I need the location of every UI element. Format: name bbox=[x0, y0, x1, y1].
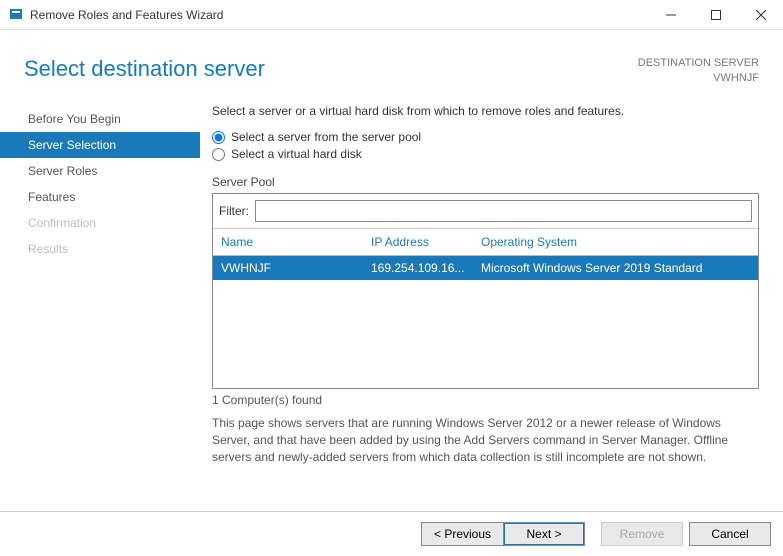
step-features[interactable]: Features bbox=[0, 184, 200, 210]
step-confirmation: Confirmation bbox=[0, 210, 200, 236]
cell-ip: 169.254.109.16... bbox=[371, 261, 481, 275]
help-text: This page shows servers that are running… bbox=[212, 415, 759, 466]
cell-name: VWHNJF bbox=[221, 261, 371, 275]
step-server-roles[interactable]: Server Roles bbox=[0, 158, 200, 184]
remove-button: Remove bbox=[601, 522, 683, 546]
intro-text: Select a server or a virtual hard disk f… bbox=[212, 104, 759, 118]
main-panel: Select a server or a virtual hard disk f… bbox=[200, 104, 783, 494]
col-os-header[interactable]: Operating System bbox=[481, 235, 750, 249]
col-name-header[interactable]: Name bbox=[221, 235, 371, 249]
server-grid: Name IP Address Operating System VWHNJF … bbox=[213, 228, 758, 388]
page-title: Select destination server bbox=[24, 56, 265, 82]
destination-label: DESTINATION SERVER bbox=[638, 56, 759, 71]
radio-vhd[interactable]: Select a virtual hard disk bbox=[212, 147, 759, 161]
radio-server-pool-input[interactable] bbox=[212, 131, 225, 144]
destination-server: VWHNJF bbox=[638, 71, 759, 86]
titlebar: Remove Roles and Features Wizard bbox=[0, 0, 783, 30]
cell-os: Microsoft Windows Server 2019 Standard bbox=[481, 261, 750, 275]
wizard-header: Select destination server DESTINATION SE… bbox=[0, 30, 783, 104]
next-button[interactable]: Next > bbox=[503, 522, 585, 546]
server-pool-box: Filter: Name IP Address Operating System… bbox=[212, 193, 759, 389]
radio-vhd-input[interactable] bbox=[212, 148, 225, 161]
app-icon bbox=[8, 7, 24, 23]
step-before-you-begin[interactable]: Before You Begin bbox=[0, 106, 200, 132]
radio-vhd-label: Select a virtual hard disk bbox=[231, 147, 362, 161]
wizard-footer: < Previous Next > Remove Cancel bbox=[0, 511, 783, 556]
filter-label: Filter: bbox=[219, 204, 249, 218]
radio-server-pool-label: Select a server from the server pool bbox=[231, 130, 421, 144]
maximize-button[interactable] bbox=[693, 0, 738, 29]
minimize-button[interactable] bbox=[648, 0, 693, 29]
radio-server-pool[interactable]: Select a server from the server pool bbox=[212, 130, 759, 144]
previous-button[interactable]: < Previous bbox=[421, 522, 503, 546]
step-results: Results bbox=[0, 236, 200, 262]
computer-count: 1 Computer(s) found bbox=[212, 393, 759, 407]
cancel-button[interactable]: Cancel bbox=[689, 522, 771, 546]
table-row[interactable]: VWHNJF 169.254.109.16... Microsoft Windo… bbox=[213, 256, 758, 280]
step-server-selection[interactable]: Server Selection bbox=[0, 132, 200, 158]
window-title: Remove Roles and Features Wizard bbox=[30, 8, 648, 22]
destination-info: DESTINATION SERVER VWHNJF bbox=[638, 56, 759, 86]
server-pool-label: Server Pool bbox=[212, 175, 759, 189]
close-button[interactable] bbox=[738, 0, 783, 29]
col-ip-header[interactable]: IP Address bbox=[371, 235, 481, 249]
filter-input[interactable] bbox=[255, 200, 752, 222]
grid-header: Name IP Address Operating System bbox=[213, 229, 758, 256]
step-list: Before You Begin Server Selection Server… bbox=[0, 104, 200, 494]
grid-empty-area bbox=[213, 280, 758, 388]
